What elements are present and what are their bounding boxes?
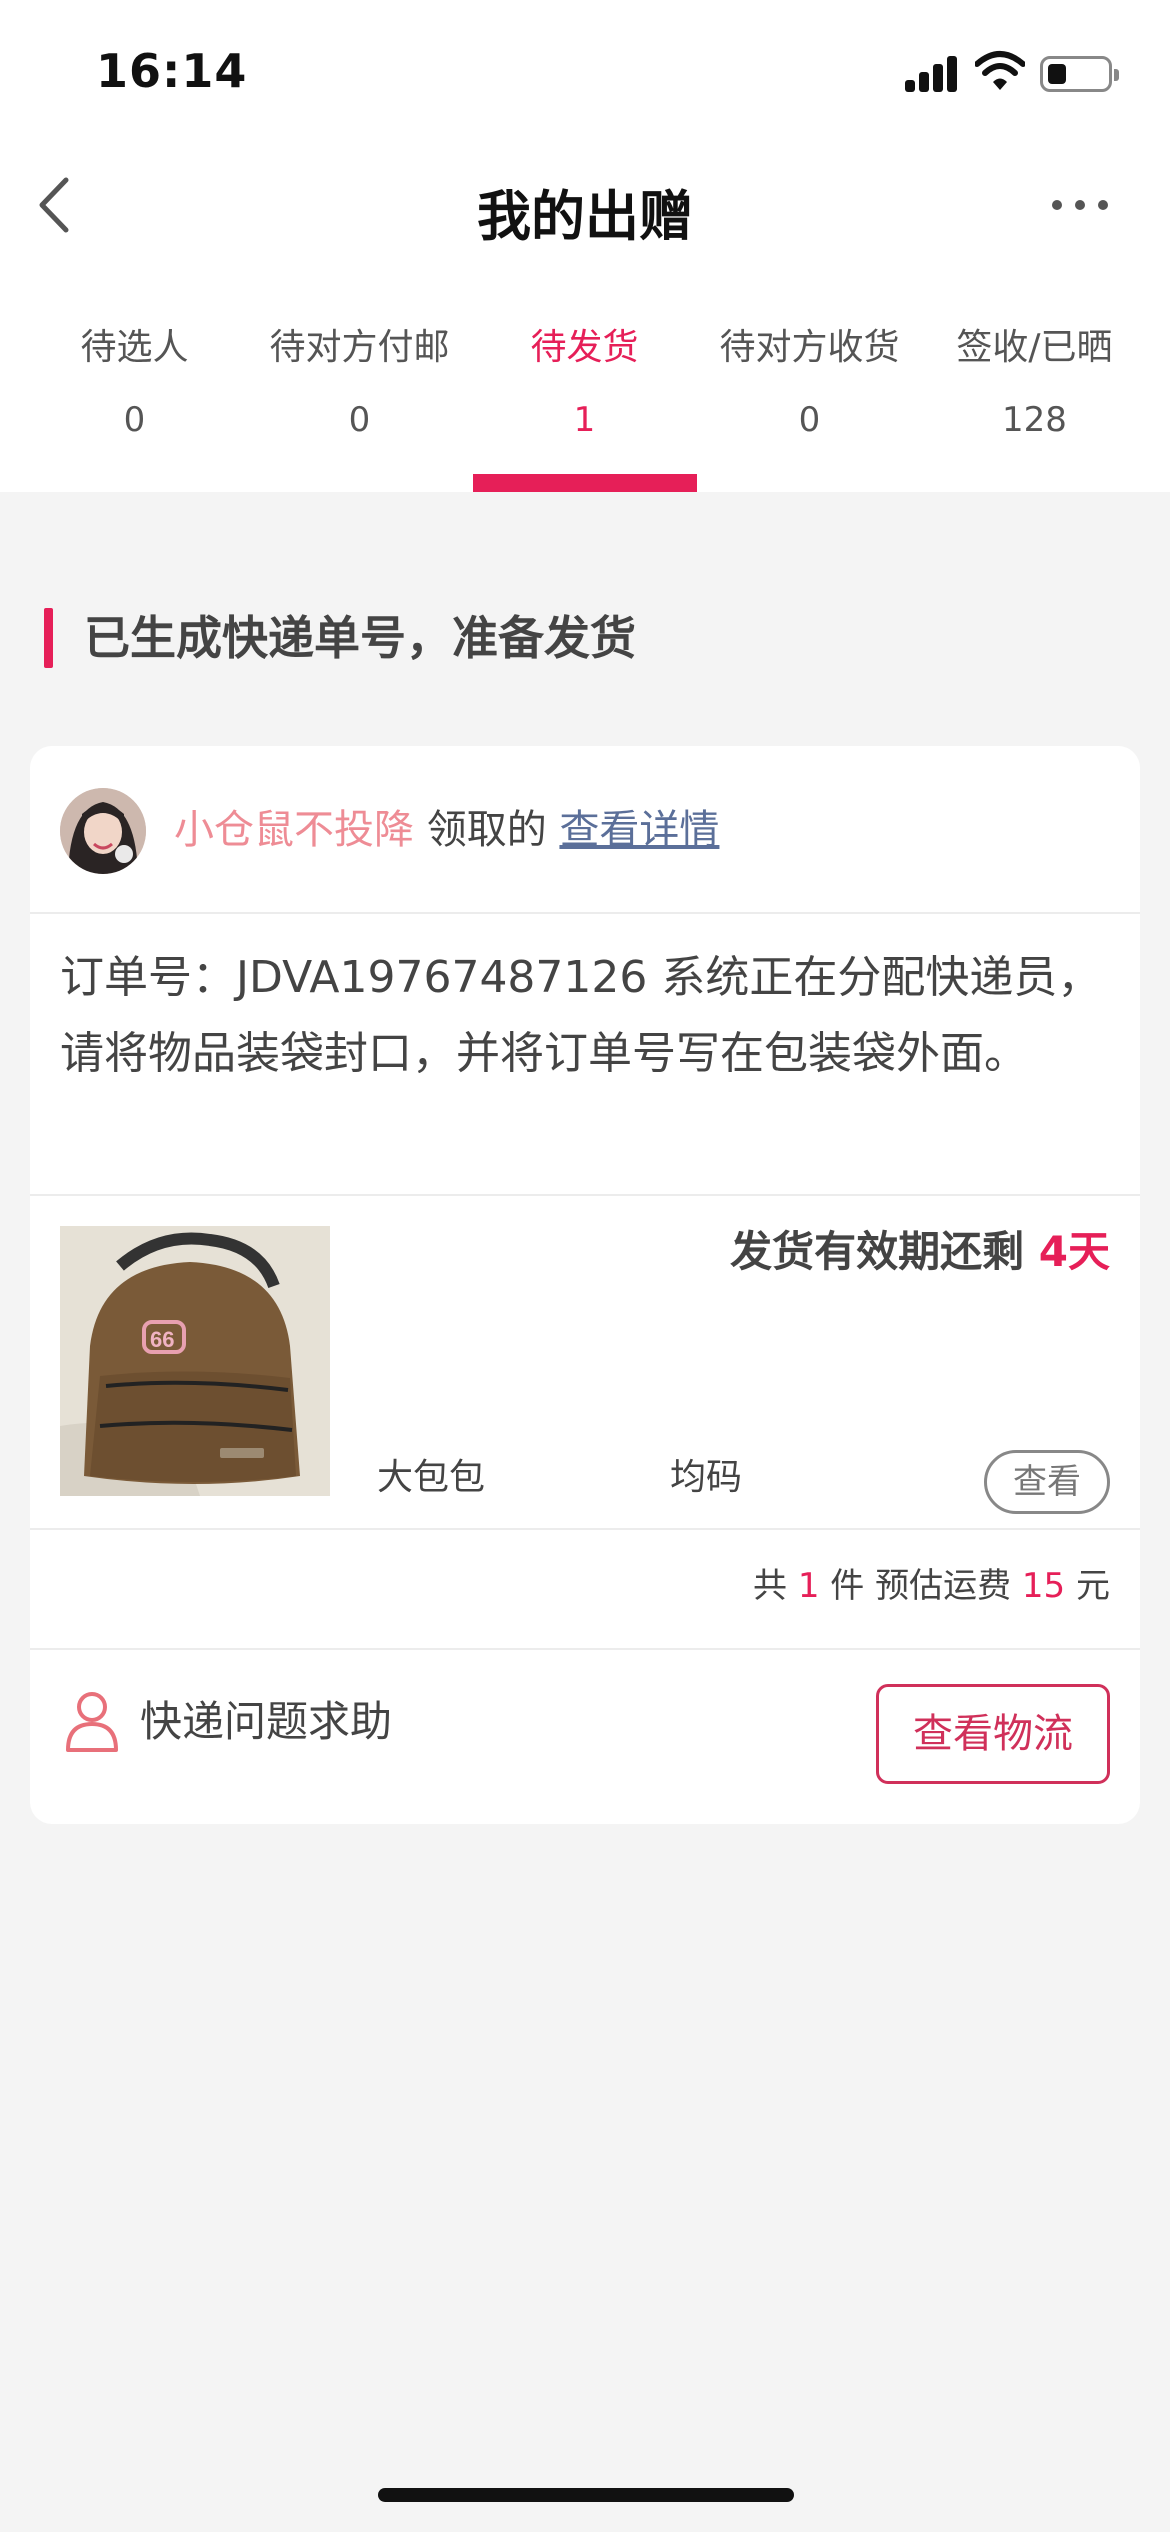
item-size: 均码	[670, 1457, 743, 1498]
deadline-label: 发货有效期还剩	[730, 1227, 1025, 1276]
divider	[30, 1194, 1140, 1196]
status-time: 16:14	[96, 44, 248, 98]
summary-prefix: 共	[753, 1566, 788, 1606]
section-accent-bar	[44, 608, 53, 668]
section-title: 已生成快递单号，准备发货	[84, 611, 636, 665]
tab-pending-postage[interactable]: 待对方付邮 0	[247, 320, 472, 492]
more-dots-icon[interactable]	[1052, 196, 1108, 216]
divider	[30, 1648, 1140, 1650]
deadline-days: 4天	[1038, 1227, 1110, 1276]
svg-text:66: 66	[150, 1327, 174, 1352]
tab-label: 待对方付邮	[269, 327, 450, 368]
item-count: 1	[797, 1566, 820, 1606]
tab-count: 1	[573, 400, 596, 440]
home-indicator[interactable]	[378, 2488, 794, 2502]
battery-icon	[1040, 56, 1119, 92]
ship-deadline: 发货有效期还剩 4天	[730, 1222, 1110, 1282]
claimer-line: 小仓鼠不投降 领取的 查看详情	[174, 798, 719, 862]
person-icon[interactable]	[64, 1690, 120, 1752]
shipping-fee: 15	[1021, 1566, 1066, 1606]
tab-pending-receive[interactable]: 待对方收货 0	[697, 320, 922, 492]
page-title: 我的出赠	[477, 185, 693, 248]
wifi-icon	[975, 51, 1025, 90]
tab-label: 签收/已晒	[956, 327, 1113, 368]
tab-count: 0	[348, 400, 371, 440]
fee-unit: 元	[1076, 1566, 1110, 1606]
active-tab-indicator	[473, 474, 697, 492]
view-logistics-button[interactable]: 查看物流	[876, 1684, 1110, 1784]
tab-count: 128	[1002, 400, 1067, 440]
order-instructions: 订单号：JDVA19767487126 系统正在分配快递员，请将物品装袋封口，并…	[60, 952, 1102, 1079]
tab-label: 待对方收货	[719, 327, 900, 368]
view-details-link[interactable]: 查看详情	[559, 807, 719, 853]
tab-signed[interactable]: 签收/已晒 128	[922, 320, 1147, 492]
divider	[30, 1528, 1140, 1530]
view-item-button[interactable]: 查看	[984, 1450, 1110, 1514]
signal-icon	[905, 54, 959, 92]
item-name: 大包包	[377, 1457, 486, 1498]
tab-label: 待选人	[80, 327, 189, 368]
summary-count-unit: 件 预估运费	[830, 1566, 1012, 1606]
tab-pending-select[interactable]: 待选人 0	[22, 320, 247, 492]
order-card: 小仓鼠不投降 领取的 查看详情 订单号：JDVA19767487126 系统正在…	[30, 746, 1140, 1824]
claimed-text: 领取的	[426, 807, 547, 853]
order-summary: 共 1 件 预估运费 15 元	[753, 1558, 1110, 1614]
tab-label: 待发货	[530, 327, 639, 368]
claimer-name[interactable]: 小仓鼠不投降	[174, 807, 414, 853]
tab-count: 0	[123, 400, 146, 440]
avatar[interactable]	[60, 788, 146, 874]
tab-pending-ship[interactable]: 待发货 1	[472, 320, 697, 492]
tab-count: 0	[798, 400, 821, 440]
delivery-help-link[interactable]: 快递问题求助	[140, 1690, 392, 1754]
divider	[30, 912, 1140, 914]
item-thumbnail[interactable]: 66	[60, 1226, 330, 1496]
